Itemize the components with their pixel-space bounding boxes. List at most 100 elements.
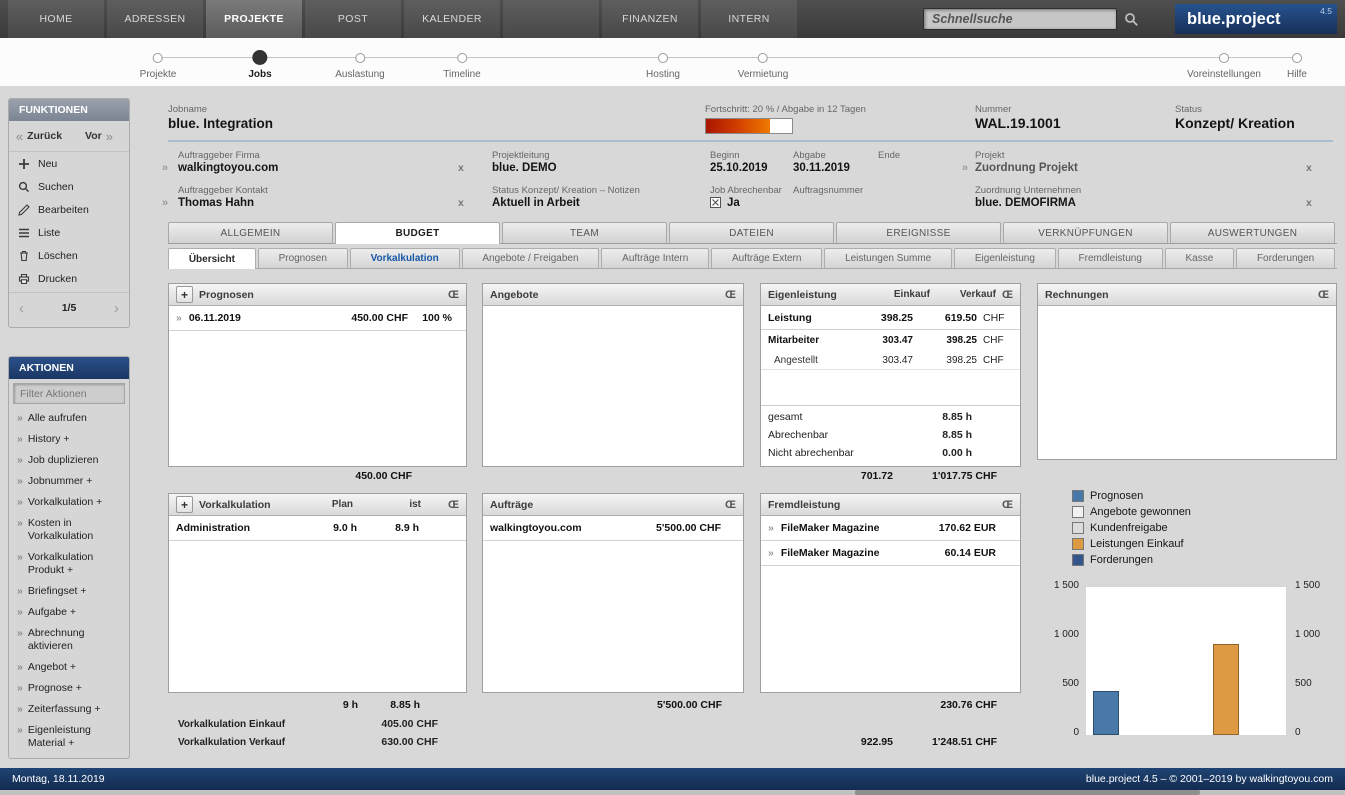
- eigenleistung-row-angestellt[interactable]: Angestellt 303.47 398.25 CHF: [761, 351, 1020, 370]
- action-item-zeiterfassung[interactable]: »Zeiterfassung +: [9, 699, 129, 720]
- action-label: Abrechnung aktivieren: [28, 627, 126, 653]
- sidebar-item-bearbeiten[interactable]: Bearbeiten: [9, 198, 129, 221]
- eigenleistung-row-mitarbeiter[interactable]: Mitarbeiter 303.47 398.25 CHF: [761, 330, 1020, 351]
- step-auslastung[interactable]: Auslastung: [335, 53, 384, 80]
- step-jobs[interactable]: Jobs: [248, 50, 271, 80]
- vorkalkulation-row[interactable]: Administration 9.0 h 8.9 h: [169, 516, 466, 541]
- subtab-fremdleistung[interactable]: Fremdleistung: [1058, 248, 1163, 268]
- nav-tab-finanzen[interactable]: FINANZEN: [602, 0, 698, 38]
- sidebar-item-drucken[interactable]: Drucken: [9, 267, 129, 290]
- action-item-history[interactable]: »History +: [9, 429, 129, 450]
- panel-menu-icon[interactable]: Œ: [725, 499, 736, 511]
- action-item-prognose[interactable]: »Prognose +: [9, 678, 129, 699]
- action-item-kosten-in-vorkalkulation[interactable]: »Kosten in Vorkalkulation: [9, 513, 129, 547]
- action-item-jobnummer[interactable]: »Jobnummer +: [9, 471, 129, 492]
- step-hilfe[interactable]: Hilfe: [1287, 53, 1307, 80]
- prognose-row[interactable]: » 06.11.2019 450.00 CHF 100 %: [169, 306, 466, 331]
- scrollbar-thumb[interactable]: [855, 790, 1200, 795]
- panel-menu-icon[interactable]: Œ: [1002, 289, 1013, 301]
- action-item-angebot[interactable]: »Angebot +: [9, 657, 129, 678]
- nav-tab-post[interactable]: POST: [305, 0, 401, 38]
- sidebar-item-liste[interactable]: Liste: [9, 221, 129, 244]
- abgabe-value[interactable]: 30.11.2019: [793, 162, 850, 174]
- action-item-vorkalkulation-produkt[interactable]: »Vorkalkulation Produkt +: [9, 547, 129, 581]
- panel-menu-icon[interactable]: Œ: [427, 499, 459, 511]
- subtab-prognosen[interactable]: Prognosen: [258, 248, 348, 268]
- action-item-alle-aufrufen[interactable]: »Alle aufrufen: [9, 408, 129, 429]
- tab-budget[interactable]: BUDGET: [335, 222, 500, 244]
- subtab-auftraege-extern[interactable]: Aufträge Extern: [711, 248, 822, 268]
- action-item-briefingset[interactable]: »Briefingset +: [9, 581, 129, 602]
- subtab-kasse[interactable]: Kasse: [1165, 248, 1234, 268]
- beginn-value[interactable]: 25.10.2019: [710, 162, 768, 174]
- projekt-value[interactable]: Zuordnung Projekt: [975, 162, 1078, 174]
- fremdleistung-row[interactable]: » FileMaker Magazine 60.14 EUR: [761, 541, 1020, 566]
- add-prognose-button[interactable]: +: [176, 286, 193, 303]
- nav-tab-intern[interactable]: INTERN: [701, 0, 797, 38]
- subtab-leistungen-summe[interactable]: Leistungen Summe: [824, 248, 952, 268]
- status-notizen-value[interactable]: Aktuell in Arbeit: [492, 197, 580, 209]
- subtab-angebote-freigaben[interactable]: Angebote / Freigaben: [462, 248, 600, 268]
- auftrag-row[interactable]: walkingtoyou.com 5'500.00 CHF: [483, 516, 743, 541]
- panel-menu-icon[interactable]: Œ: [448, 289, 459, 301]
- projektleitung-value[interactable]: blue. DEMO: [492, 162, 557, 174]
- action-item-aufgabe[interactable]: »Aufgabe +: [9, 602, 129, 623]
- clear-unternehmen-icon[interactable]: x: [1306, 197, 1312, 209]
- search-icon[interactable]: [1124, 12, 1139, 27]
- nummer-value[interactable]: WAL.19.1001: [975, 115, 1061, 131]
- search-input[interactable]: [923, 8, 1117, 30]
- nav-tab-adressen[interactable]: ADRESSEN: [107, 0, 203, 38]
- clear-firma-icon[interactable]: x: [458, 162, 464, 174]
- action-item-abrechnung-aktivieren[interactable]: »Abrechnung aktivieren: [9, 623, 129, 657]
- sidebar-item-suchen[interactable]: Suchen: [9, 175, 129, 198]
- tab-auswertungen[interactable]: AUSWERTUNGEN: [1170, 222, 1335, 243]
- step-timeline[interactable]: Timeline: [443, 53, 480, 80]
- action-item-job-duplizieren[interactable]: »Job duplizieren: [9, 450, 129, 471]
- back-button[interactable]: « Zurück: [9, 121, 69, 151]
- nav-tab-blank[interactable]: [503, 0, 599, 38]
- tab-allgemein[interactable]: ALLGEMEIN: [168, 222, 333, 243]
- sidebar-item-loeschen[interactable]: Löschen: [9, 244, 129, 267]
- vk-verkauf-label: Vorkalkulation Verkauf: [178, 737, 381, 748]
- panel-menu-icon[interactable]: Œ: [1002, 499, 1013, 511]
- nav-tab-projekte[interactable]: PROJEKTE: [206, 0, 302, 38]
- subtab-auftraege-intern[interactable]: Aufträge Intern: [601, 248, 709, 268]
- forward-button[interactable]: Vor »: [69, 121, 129, 151]
- tab-verknuepfungen[interactable]: VERKNÜPFUNGEN: [1003, 222, 1168, 243]
- add-vorkalkulation-button[interactable]: +: [176, 496, 193, 513]
- filter-aktionen-input[interactable]: [13, 383, 125, 404]
- action-item-eigenleistung-material[interactable]: »Eigenleistung Material +: [9, 720, 129, 754]
- step-hosting[interactable]: Hosting: [646, 53, 680, 80]
- zuordnung-unternehmen-value[interactable]: blue. DEMOFIRMA: [975, 197, 1076, 209]
- fremdleistung-row[interactable]: » FileMaker Magazine 170.62 EUR: [761, 516, 1020, 541]
- sidebar-item-neu[interactable]: Neu: [9, 152, 129, 175]
- clear-kontakt-icon[interactable]: x: [458, 197, 464, 209]
- subtab-uebersicht[interactable]: Übersicht: [168, 248, 256, 269]
- step-projekte[interactable]: Projekte: [140, 53, 177, 80]
- double-arrow-icon[interactable]: »: [962, 162, 968, 174]
- tab-dateien[interactable]: DATEIEN: [669, 222, 834, 243]
- jobname-value[interactable]: blue. Integration: [168, 116, 273, 131]
- step-voreinstellungen[interactable]: Voreinstellungen: [1187, 53, 1261, 80]
- tab-ereignisse[interactable]: EREIGNISSE: [836, 222, 1001, 243]
- status-value[interactable]: Konzept/ Kreation: [1175, 115, 1295, 131]
- nav-tab-home[interactable]: HOME: [8, 0, 104, 38]
- tab-team[interactable]: TEAM: [502, 222, 667, 243]
- prognosen-panel-header: + Prognosen Œ: [169, 284, 466, 306]
- panel-menu-icon[interactable]: Œ: [1318, 289, 1329, 301]
- auftraggeber-kontakt-value[interactable]: Thomas Hahn: [178, 197, 254, 209]
- subtab-eigenleistung[interactable]: Eigenleistung: [954, 248, 1056, 268]
- subtab-vorkalkulation[interactable]: Vorkalkulation: [350, 248, 460, 268]
- eigenleistung-row-leistung[interactable]: Leistung 398.25 619.50 CHF: [761, 306, 1020, 330]
- auftraggeber-firma-value[interactable]: walkingtoyou.com: [178, 162, 278, 174]
- clear-projekt-icon[interactable]: x: [1306, 162, 1312, 174]
- panel-menu-icon[interactable]: Œ: [725, 289, 736, 301]
- double-arrow-icon[interactable]: »: [162, 197, 168, 209]
- action-item-vorkalkulation[interactable]: »Vorkalkulation +: [9, 492, 129, 513]
- double-arrow-icon[interactable]: »: [162, 162, 168, 174]
- nav-tab-kalender[interactable]: KALENDER: [404, 0, 500, 38]
- chevron-right-icon[interactable]: ›: [114, 301, 119, 316]
- subtab-forderungen[interactable]: Forderungen: [1236, 248, 1335, 268]
- abrechenbar-checkbox[interactable]: [710, 197, 721, 208]
- step-vermietung[interactable]: Vermietung: [738, 53, 789, 80]
